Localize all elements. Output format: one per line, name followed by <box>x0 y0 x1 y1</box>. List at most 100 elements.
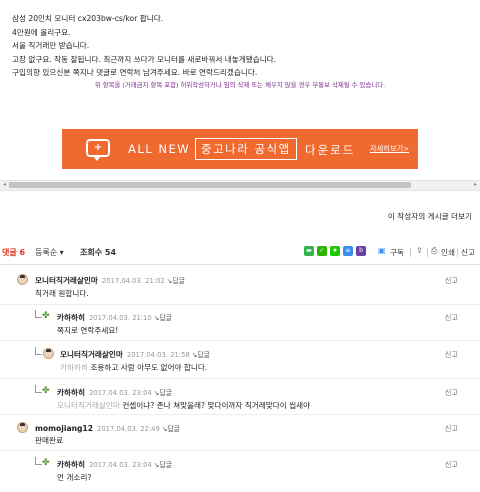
scroll-right-icon[interactable]: ▸ <box>471 181 480 189</box>
leaf-avatar-icon: ✤ <box>42 311 50 321</box>
app-download-banner[interactable]: + ALL NEW 중고나라 공식앱 다운로드 자세히보기> <box>62 129 418 169</box>
banner-more-link[interactable]: 자세히보기> <box>370 144 409 154</box>
comment-report-button[interactable]: 신고 <box>445 460 458 470</box>
reply-button[interactable]: ↘답글 <box>154 314 172 322</box>
reply-label: 답글 <box>172 277 185 285</box>
share-favorite-icon[interactable]: ★ <box>330 246 340 256</box>
banner-app-name: 중고나라 공식앱 <box>195 138 297 160</box>
reply-arrow-icon <box>35 310 42 318</box>
divider <box>427 248 428 257</box>
comment-mention[interactable]: 모니터직거래살인마 <box>57 401 120 410</box>
avatar <box>43 348 54 359</box>
reply-button[interactable]: ↘답글 <box>154 461 172 469</box>
comment-body: 조용하고 사람 아무도 없어야 합니다. <box>90 363 208 372</box>
comment-author[interactable]: 모니터직거래살인마 <box>60 350 123 359</box>
reply-button[interactable]: ↘답글 <box>154 389 172 397</box>
comment-header: 카하하히 2017.04.03. 21:10 ↘답글 <box>57 312 172 323</box>
banner-download: 다운로드 <box>305 143 356 157</box>
share-band-icon[interactable]: b <box>356 246 366 256</box>
comment-body: 컨셉이냐? 존나 쳐맞을래? 맞다이까자 직거래맞다이 씹새야 <box>122 401 311 410</box>
comment-date: 2017.04.03. 23:04 <box>88 389 152 397</box>
divider <box>410 248 411 257</box>
comment-text: 직거래 원합니다. <box>35 289 89 298</box>
divider <box>0 304 480 305</box>
divider <box>0 340 480 341</box>
comment-text: 먼 개소리? <box>57 473 92 482</box>
comment-header: 카하하히 2017.04.03. 23:04 ↘답글 <box>57 459 172 470</box>
comment-author[interactable]: 카하하히 <box>57 460 85 469</box>
comment-report-button[interactable]: 신고 <box>445 424 458 434</box>
post-line: 구입의향 있으신분 쪽지나 댓글로 연락처 남겨주세요. 바로 연락드리겠습니다… <box>12 68 258 77</box>
print-icon[interactable]: ⎙ <box>431 246 437 256</box>
comment-author[interactable]: 카하하히 <box>57 388 85 397</box>
views-label: 조회수 <box>80 248 103 257</box>
post-line: 고장 없구요. 작동 잘됩니다. 최근까지 쓰다가 모니터를 새로바꿔서 내놓게… <box>12 54 277 64</box>
reply-label: 답글 <box>159 314 172 322</box>
comment-header: momojiang12 2017.04.03. 22:49 ↘답글 <box>35 423 180 433</box>
chat-plus-icon: + <box>86 139 110 161</box>
comment-header: 카하하히 2017.04.03. 23:04 ↘답글 <box>57 387 172 398</box>
share-blog-icon[interactable]: ▬ <box>304 246 314 256</box>
reply-label: 답글 <box>159 461 172 469</box>
comment-mention[interactable]: 카하하히 <box>60 363 88 372</box>
post-line: 서울 직거래만 받습니다. <box>12 41 90 50</box>
comment-header: 모니터직거래살인마 2017.04.03. 21:58 ↘답글 <box>60 349 210 360</box>
posting-notice: 위 항목을 (거래금지 항목 포함) 허위작성하거나 임의 삭제 또는 채우지 … <box>94 81 386 89</box>
reply-arrow-icon <box>35 347 42 355</box>
comment-report-button[interactable]: 신고 <box>445 388 458 398</box>
divider <box>0 378 480 379</box>
share-cafe-icon[interactable]: ✓ <box>317 246 327 256</box>
comment-count-value: 6 <box>19 248 26 257</box>
comment-text: 카하하히 조용하고 사람 아무도 없어야 합니다. <box>60 362 207 373</box>
comment-date: 2017.04.03. 22:49 <box>97 425 160 433</box>
horizontal-scrollbar[interactable]: ◂ ▸ <box>0 180 480 191</box>
print-button[interactable]: 인쇄 <box>441 247 455 258</box>
report-post-button[interactable]: 신고 <box>461 247 475 258</box>
author-posts-link[interactable]: 이 작성자의 게시글 더보기 <box>388 211 472 222</box>
comment-toolbar: 댓글 6 등록순 ▾ 조회수 54 ▬ ✓ ★ ≡ b ▣ 구독 ⇪ ⎙ 인쇄 … <box>0 242 480 265</box>
avatar <box>17 422 28 433</box>
comment-report-button[interactable]: 신고 <box>445 350 458 360</box>
comment-text: 쪽지로 연락주세요! <box>57 326 119 335</box>
comment-text: 모니터직거래살인마 컨셉이냐? 존나 쳐맞을래? 맞다이까자 직거래맞다이 씹새… <box>57 400 310 411</box>
views-value: 54 <box>104 248 117 257</box>
comment-report-button[interactable]: 신고 <box>445 276 458 286</box>
post-line: 삼성 20인치 모니터 cx203bw-cs/kor 팝니다. <box>12 14 164 23</box>
comment-date: 2017.04.03. 23:04 <box>88 461 152 469</box>
comment-text: 판매완료 <box>35 436 63 445</box>
sort-label: 등록순 <box>35 248 58 257</box>
sort-dropdown[interactable]: 등록순 ▾ <box>35 247 64 258</box>
view-count: 조회수 54 <box>80 247 116 258</box>
scroll-left-icon[interactable]: ◂ <box>0 181 9 189</box>
scrollbar-thumb[interactable] <box>9 182 411 188</box>
divider <box>0 450 480 451</box>
subscribe-button[interactable]: 구독 <box>390 247 404 258</box>
post-body: 삼성 20인치 모니터 cx203bw-cs/kor 팝니다. 4만원에 올리구… <box>12 12 462 80</box>
comment-label: 댓글 <box>2 248 17 257</box>
comment-count[interactable]: 댓글 6 <box>2 247 25 258</box>
post-line: 4만원에 올리구요. <box>12 27 71 37</box>
comment-author[interactable]: 카하하히 <box>57 313 85 322</box>
comment-author[interactable]: 모니터직거래살인마 <box>35 276 98 285</box>
reply-button[interactable]: ↘답글 <box>192 351 210 359</box>
avatar <box>17 274 28 285</box>
reply-arrow-icon <box>35 457 42 465</box>
banner-lead: ALL NEW <box>128 142 191 156</box>
comment-report-button[interactable]: 신고 <box>445 313 458 323</box>
comment-date: 2017.04.03. 21:10 <box>88 314 152 322</box>
reply-arrow-icon <box>35 385 42 393</box>
reply-button[interactable]: ↘답글 <box>162 425 180 433</box>
reply-label: 답글 <box>159 389 172 397</box>
divider <box>0 414 480 415</box>
leaf-avatar-icon: ✤ <box>42 386 50 396</box>
leaf-avatar-icon: ✤ <box>42 458 50 468</box>
reply-label: 답글 <box>197 351 210 359</box>
subscribe-icon[interactable]: ▣ <box>378 246 386 255</box>
comment-header: 모니터직거래살인마 2017.04.03. 21:02 ↘답글 <box>35 275 185 286</box>
comment-author[interactable]: momojiang12 <box>35 424 93 433</box>
reply-button[interactable]: ↘답글 <box>167 277 185 285</box>
divider <box>457 248 458 257</box>
share-icon[interactable]: ⇪ <box>416 246 423 255</box>
share-memo-icon[interactable]: ≡ <box>343 246 353 256</box>
comment-date: 2017.04.03. 21:02 <box>101 277 165 285</box>
